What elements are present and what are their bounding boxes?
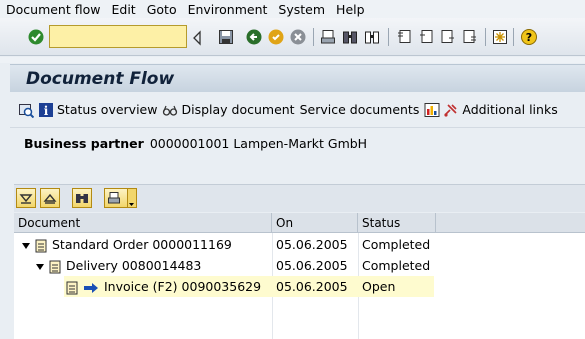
menu-system[interactable]: System: [278, 2, 325, 17]
table-row-selected[interactable]: Invoice (F2) 0090035629 05.06.2005 Open: [14, 276, 585, 297]
help-icon[interactable]: ?: [521, 29, 537, 45]
status-cell: Open: [362, 279, 396, 294]
document-icon: [49, 260, 61, 273]
business-partner-line: Business partner 0000001001 Lampen-Markt …: [24, 136, 367, 151]
expanded-node-icon[interactable]: [36, 263, 44, 270]
next-page-icon[interactable]: [440, 29, 456, 45]
find-icon[interactable]: [342, 29, 358, 45]
svg-text:i: i: [44, 104, 49, 118]
cancel-icon[interactable]: [290, 29, 306, 45]
collapse-icon: [43, 193, 57, 204]
document-cell: Invoice (F2) 0090035629: [104, 279, 262, 294]
date-cell: 05.06.2005: [276, 258, 348, 273]
info-icon: i: [39, 102, 53, 118]
business-partner-label: Business partner: [24, 136, 144, 151]
date-cell: 05.06.2005: [276, 279, 348, 294]
menu-goto[interactable]: Goto: [147, 2, 177, 17]
menu-help[interactable]: Help: [336, 2, 365, 17]
display-document-button[interactable]: Display document: [162, 102, 295, 118]
business-partner-value: 0000001001 Lampen-Markt GmbH: [149, 136, 368, 151]
enter-check-icon[interactable]: [28, 29, 44, 45]
menu-edit[interactable]: Edit: [111, 2, 135, 17]
menu-document-flow[interactable]: Document flow: [6, 2, 100, 17]
expanded-node-icon[interactable]: [22, 242, 30, 249]
menu-environment[interactable]: Environment: [188, 2, 268, 17]
current-document-arrow-icon: [84, 282, 98, 293]
standard-toolbar: ?: [0, 18, 585, 56]
expand-icon: [19, 194, 33, 204]
additional-links-icon: [444, 103, 457, 117]
column-header-status[interactable]: Status: [358, 213, 436, 233]
dropdown-arrow-icon: [129, 203, 134, 206]
screen-title-bar: Document Flow: [10, 64, 585, 92]
column-header-document[interactable]: Document: [14, 213, 272, 233]
document-flow-grid: Document On Status Standard Order 000001…: [14, 213, 585, 339]
exit-icon[interactable]: [268, 29, 284, 45]
first-page-icon[interactable]: [396, 29, 412, 45]
document-icon: [35, 239, 47, 252]
application-toolbar: i Status overview Display document Servi…: [10, 92, 585, 128]
content-area: Business partner 0000001001 Lampen-Markt …: [10, 128, 585, 339]
document-icon: [66, 281, 78, 294]
status-cell: Completed: [362, 237, 431, 252]
collapse-all-button[interactable]: [40, 188, 60, 208]
chart-icon[interactable]: [424, 102, 440, 118]
additional-links-button[interactable]: Additional links: [462, 102, 557, 117]
back-icon[interactable]: [246, 29, 262, 45]
expand-all-button[interactable]: [16, 188, 36, 208]
menu-bar: Document flow Edit Goto Environment Syst…: [0, 0, 585, 18]
print-menu-button[interactable]: [104, 188, 128, 208]
save-icon[interactable]: [218, 29, 234, 45]
command-field[interactable]: [49, 25, 187, 48]
status-cell: Completed: [362, 258, 431, 273]
document-cell: Delivery 0080014483: [66, 258, 202, 273]
print-icon[interactable]: [320, 29, 336, 45]
binoculars-icon: [76, 194, 88, 203]
page-title: Document Flow: [26, 68, 175, 89]
table-row[interactable]: Standard Order 0000011169 05.06.2005 Com…: [14, 234, 585, 255]
new-session-icon[interactable]: [492, 29, 508, 45]
document-cell: Standard Order 0000011169: [52, 237, 232, 252]
grid-header: Document On Status: [14, 213, 585, 233]
date-cell: 05.06.2005: [276, 237, 348, 252]
print-dropdown[interactable]: [128, 188, 137, 208]
tree-toolbar: [14, 184, 585, 212]
find-button[interactable]: [72, 188, 92, 208]
print-icon: [108, 192, 120, 204]
status-overview-button[interactable]: i Status overview: [38, 102, 157, 118]
column-header-on[interactable]: On: [272, 213, 358, 233]
display-object-icon[interactable]: [18, 102, 34, 118]
table-row[interactable]: Delivery 0080014483 05.06.2005 Completed: [14, 255, 585, 276]
previous-page-icon[interactable]: [418, 29, 434, 45]
glasses-icon: [163, 105, 178, 116]
additional-links-group: Additional links: [424, 102, 558, 118]
service-documents-button[interactable]: Service documents: [300, 102, 420, 117]
svg-text:?: ?: [526, 31, 532, 44]
last-page-icon[interactable]: [462, 29, 478, 45]
find-next-icon[interactable]: [364, 29, 380, 45]
command-history-icon[interactable]: [192, 30, 202, 46]
